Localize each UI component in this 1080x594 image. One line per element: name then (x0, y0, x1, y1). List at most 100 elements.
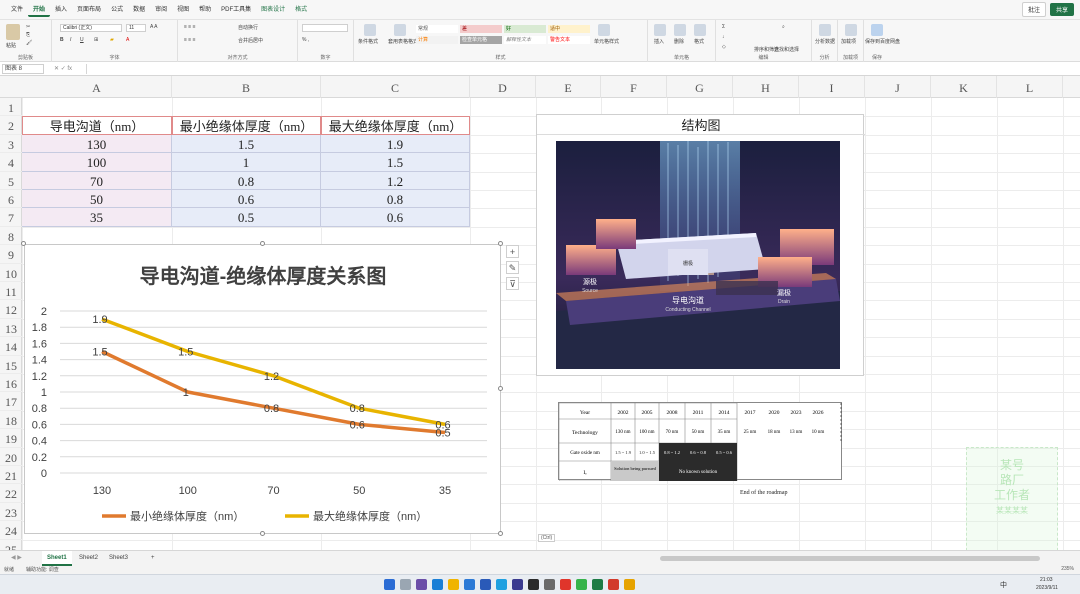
comments-button[interactable]: 批注 (1021, 2, 1046, 17)
wechat-icon[interactable] (576, 579, 587, 590)
table-format-icon[interactable] (394, 24, 406, 36)
accessibility-status[interactable]: 辅助功能: 调查 (26, 566, 59, 573)
row-header[interactable]: 25 (0, 540, 22, 550)
paste-options-button[interactable]: (Ctrl) (538, 534, 556, 542)
menu-item[interactable]: 插入 (50, 3, 72, 17)
row-header[interactable]: 12 (0, 300, 22, 319)
table-cell[interactable]: 0.5 (172, 208, 321, 227)
menu-item[interactable]: 公式 (106, 3, 128, 17)
menu-item[interactable]: 数据 (128, 3, 150, 17)
autosum-icon[interactable]: Σ (722, 24, 725, 30)
row-header[interactable]: 24 (0, 521, 22, 540)
menu-item[interactable]: 页面布局 (72, 3, 106, 17)
style-good[interactable]: 好 (504, 25, 546, 33)
row-header[interactable]: 13 (0, 319, 22, 338)
table-format-button[interactable]: 套用表格格式 (388, 38, 418, 45)
row-header[interactable]: 22 (0, 484, 22, 503)
table-cell[interactable]: 0.8 (321, 190, 470, 209)
transistor-structure-image[interactable]: 栅极 源极 Source 导电沟道 Conducting Channel 漏极 … (556, 141, 840, 369)
menu-item[interactable]: 视图 (172, 3, 194, 17)
app-icon[interactable] (544, 579, 555, 590)
border-icon[interactable]: ⊞ (94, 37, 98, 43)
style-explain[interactable]: 解释性文本 (504, 36, 546, 44)
table-header-cell[interactable]: 最大绝缘体厚度（nm） (321, 116, 470, 135)
cloud-save-icon[interactable] (871, 24, 883, 36)
paste-icon[interactable] (6, 24, 20, 40)
column-header[interactable]: A (22, 76, 172, 98)
task-view-icon[interactable] (416, 579, 427, 590)
font-color-icon[interactable]: A (126, 37, 129, 43)
italic-button[interactable]: I (70, 37, 71, 43)
line-chart[interactable]: 导电沟道-绝缘体厚度关系图 0 0.2 0.4 0.6 0.8 1 1.2 1.4 1.6 1.8 2… (24, 244, 501, 534)
premiere-icon[interactable] (512, 579, 523, 590)
menu-item[interactable]: 帮助 (194, 3, 216, 17)
row-header[interactable]: 23 (0, 503, 22, 522)
row-header[interactable]: 14 (0, 337, 22, 356)
add-sheet-button[interactable]: + (146, 551, 160, 566)
column-header[interactable]: D (470, 76, 536, 98)
search-icon[interactable] (400, 579, 411, 590)
chart-elements-button[interactable]: + (506, 245, 519, 258)
row-header[interactable]: 18 (0, 411, 22, 430)
menu-item[interactable]: PDF工具集 (216, 3, 256, 17)
row-header[interactable]: 8 (0, 227, 22, 246)
structure-picture-frame[interactable]: 结构图 栅极 源极 Source 导电沟道 Conducting Channel… (536, 114, 865, 376)
row-header[interactable]: 11 (0, 282, 22, 301)
delete-cells-button[interactable]: 删除 (674, 38, 684, 45)
search-icon[interactable]: ⌕ (782, 24, 785, 30)
column-header[interactable]: E (536, 76, 601, 98)
format-cells-icon[interactable] (694, 24, 706, 36)
percent-icon[interactable]: % , (302, 37, 309, 43)
row-header[interactable]: 3 (0, 135, 22, 154)
row-header[interactable]: 17 (0, 392, 22, 411)
store-icon[interactable] (480, 579, 491, 590)
table-cell[interactable]: 70 (22, 171, 172, 190)
table-cell[interactable]: 0.6 (321, 208, 470, 227)
menu-item[interactable]: 开始 (28, 3, 51, 17)
table-header-cell[interactable]: 最小绝缘体厚度（nm） (172, 116, 321, 135)
fx-icon[interactable]: ✕ ✓ fx (54, 64, 72, 74)
row-header[interactable]: 7 (0, 208, 22, 227)
fill-color-icon[interactable]: ▰ (110, 37, 114, 43)
underline-button[interactable]: U (80, 37, 84, 43)
tab-sheet1[interactable]: Sheet1 (42, 551, 72, 566)
style-warning[interactable]: 警告文本 (548, 36, 590, 44)
resize-handle[interactable] (498, 531, 503, 536)
align-left-icon[interactable]: ≡ ≡ ≡ (184, 37, 196, 43)
row-header[interactable]: 15 (0, 356, 22, 374)
column-header[interactable]: H (733, 76, 799, 98)
style-normal[interactable]: 常规 (416, 25, 458, 33)
resize-handle[interactable] (21, 241, 26, 246)
addins-button[interactable]: 加载项 (841, 38, 856, 45)
row-header[interactable]: 1 (0, 98, 22, 117)
bold-button[interactable]: B (60, 37, 64, 43)
menu-item[interactable]: 审阅 (150, 3, 172, 17)
column-header[interactable]: J (865, 76, 931, 98)
row-header[interactable]: 16 (0, 374, 22, 393)
table-cell[interactable]: 1 (172, 153, 321, 172)
scroll-tabs-left-icon[interactable]: ◀ ▶ (6, 551, 27, 566)
column-header[interactable]: I (799, 76, 865, 98)
start-icon[interactable] (384, 579, 395, 590)
table-cell[interactable]: 1.5 (321, 153, 470, 172)
font-size-select[interactable]: 11 (126, 24, 146, 32)
wrap-text-button[interactable]: 自动换行 (238, 24, 258, 31)
cut-button[interactable]: ✂ (26, 24, 30, 30)
row-header[interactable]: 4 (0, 153, 22, 172)
addins-icon[interactable] (845, 24, 857, 36)
row-header[interactable]: 10 (0, 264, 22, 282)
fill-icon[interactable]: ↓ (722, 34, 725, 40)
clock-date[interactable]: 2023/9/11 (1036, 585, 1058, 591)
merge-center-button[interactable]: 合并后居中 (238, 37, 263, 44)
delete-cells-icon[interactable] (674, 24, 686, 36)
analyze-data-icon[interactable] (819, 24, 831, 36)
tab-sheet2[interactable]: Sheet2 (74, 551, 103, 566)
table-cell[interactable]: 50 (22, 190, 172, 209)
app-icon[interactable] (560, 579, 571, 590)
mail-icon[interactable] (464, 579, 475, 590)
row-header[interactable]: 9 (0, 245, 22, 264)
resize-handle[interactable] (498, 241, 503, 246)
edge-icon[interactable] (432, 579, 443, 590)
column-header[interactable]: C (321, 76, 470, 98)
style-calc[interactable]: 计算 (416, 36, 458, 44)
